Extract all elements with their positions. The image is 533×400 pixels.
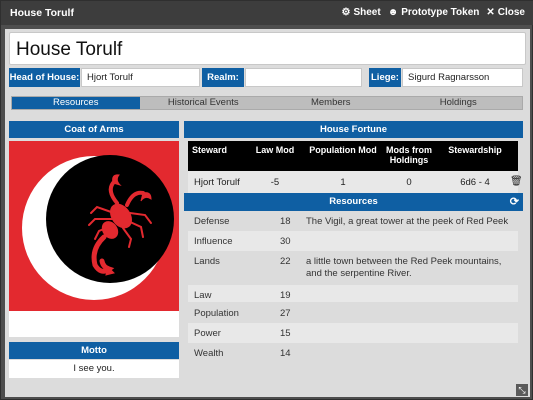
realm-field[interactable] (245, 68, 362, 87)
close-button-label: Close (497, 7, 525, 18)
motto-heading: Motto (9, 342, 179, 359)
motto-field[interactable]: I see you. (9, 360, 179, 378)
house-fortune-heading: House Fortune (184, 121, 523, 138)
resource-value[interactable]: 27 (280, 308, 291, 319)
resource-name: Influence (194, 236, 233, 247)
tab-historical-events[interactable]: Historical Events (140, 97, 268, 109)
user-circle-icon: ☻ (387, 7, 399, 18)
resource-value[interactable]: 18 (280, 216, 291, 227)
steward-value[interactable]: Hjort Torulf (194, 177, 240, 188)
resource-row-lands: Lands 22 a little town between the Red P… (188, 251, 518, 285)
house-name-value: House Torulf (16, 39, 123, 60)
resource-value[interactable]: 19 (280, 290, 291, 301)
close-button[interactable]: ✕ Close (486, 7, 525, 18)
resource-name: Lands (194, 256, 220, 267)
liege-label: Liege: (369, 68, 401, 87)
coat-of-arms-footer (9, 311, 179, 337)
trash-icon[interactable]: 🗑 (510, 176, 523, 187)
sheet-button-label: Sheet (353, 7, 381, 18)
tab-members[interactable]: Members (267, 97, 395, 109)
crescent-scorpion-emblem (22, 155, 174, 300)
col-law-mod: Law Mod (255, 145, 295, 155)
col-mods-from-holdings: Mods from Holdings (386, 145, 432, 165)
resource-row-wealth: Wealth 14 (188, 343, 518, 363)
resource-description[interactable]: The Vigil, a great tower at the peek of … (306, 216, 511, 228)
resource-value[interactable]: 30 (280, 236, 291, 247)
close-icon: ✕ (486, 7, 495, 18)
coat-of-arms-image[interactable] (9, 141, 179, 311)
col-stewardship: Stewardship (448, 145, 502, 155)
resource-name: Defense (194, 216, 230, 227)
resource-row-defense: Defense 18 The Vigil, a great tower at t… (188, 211, 518, 231)
mods-from-holdings-value: 0 (406, 177, 412, 188)
sheet-button[interactable]: ⚙ Sheet (341, 7, 380, 18)
resource-name: Wealth (194, 348, 224, 359)
house-name-field[interactable]: House Torulf (9, 32, 526, 65)
window-actions: ⚙ Sheet ☻ Prototype Token ✕ Close (341, 7, 525, 18)
resource-name: Population (194, 308, 239, 319)
resources-heading-label: Resources (329, 196, 378, 207)
resource-value[interactable]: 15 (280, 328, 291, 339)
population-mod-value: 1 (340, 177, 346, 188)
prototype-token-button[interactable]: ☻ Prototype Token (388, 7, 480, 18)
realm-label: Realm: (202, 68, 244, 87)
resources-heading: Resources ⟳ (184, 193, 523, 211)
tab-resources[interactable]: Resources (12, 97, 140, 109)
gear-icon: ⚙ (341, 7, 351, 18)
window-title: House Torulf (10, 7, 74, 19)
fortune-table-header: Steward Law Mod Population Mod Mods from… (188, 141, 518, 171)
head-of-house-label: Head of House: (9, 68, 80, 87)
resource-row-power: Power 15 (188, 323, 518, 343)
resource-name: Law (194, 290, 212, 301)
col-population-mod: Population Mod (309, 145, 377, 155)
head-of-house-field[interactable]: Hjort Torulf (81, 68, 200, 87)
liege-field[interactable]: Sigurd Ragnarsson (402, 68, 523, 87)
refresh-icon[interactable]: ⟳ (510, 193, 519, 211)
resource-value[interactable]: 22 (280, 256, 291, 267)
resource-row-population: Population 27 (188, 303, 518, 323)
col-steward: Steward (192, 145, 228, 155)
fortune-table-row: Hjort Torulf -5 1 0 6d6 - 4 🗑 (188, 171, 523, 193)
sheet-body: House Torulf Head of House: Hjort Torulf… (5, 29, 530, 397)
tab-holdings[interactable]: Holdings (395, 97, 523, 109)
law-mod-value: -5 (270, 177, 280, 188)
coat-of-arms-heading: Coat of Arms (9, 121, 179, 138)
resource-row-law: Law 19 (188, 285, 518, 302)
house-sheet-window: House Torulf ⚙ Sheet ☻ Prototype Token ✕… (0, 0, 533, 400)
resize-handle-icon[interactable]: ⤡ (516, 384, 528, 396)
prototype-token-button-label: Prototype Token (401, 7, 480, 18)
stewardship-value[interactable]: 6d6 - 4 (442, 177, 508, 188)
resource-description[interactable]: a little town between the Red Peek mount… (306, 256, 511, 280)
resource-row-influence: Influence 30 (188, 231, 518, 251)
window-titlebar[interactable]: House Torulf ⚙ Sheet ☻ Prototype Token ✕… (1, 1, 533, 25)
resource-name: Power (194, 328, 221, 339)
sheet-tabs: Resources Historical Events Members Hold… (11, 96, 523, 110)
resource-value[interactable]: 14 (280, 348, 291, 359)
